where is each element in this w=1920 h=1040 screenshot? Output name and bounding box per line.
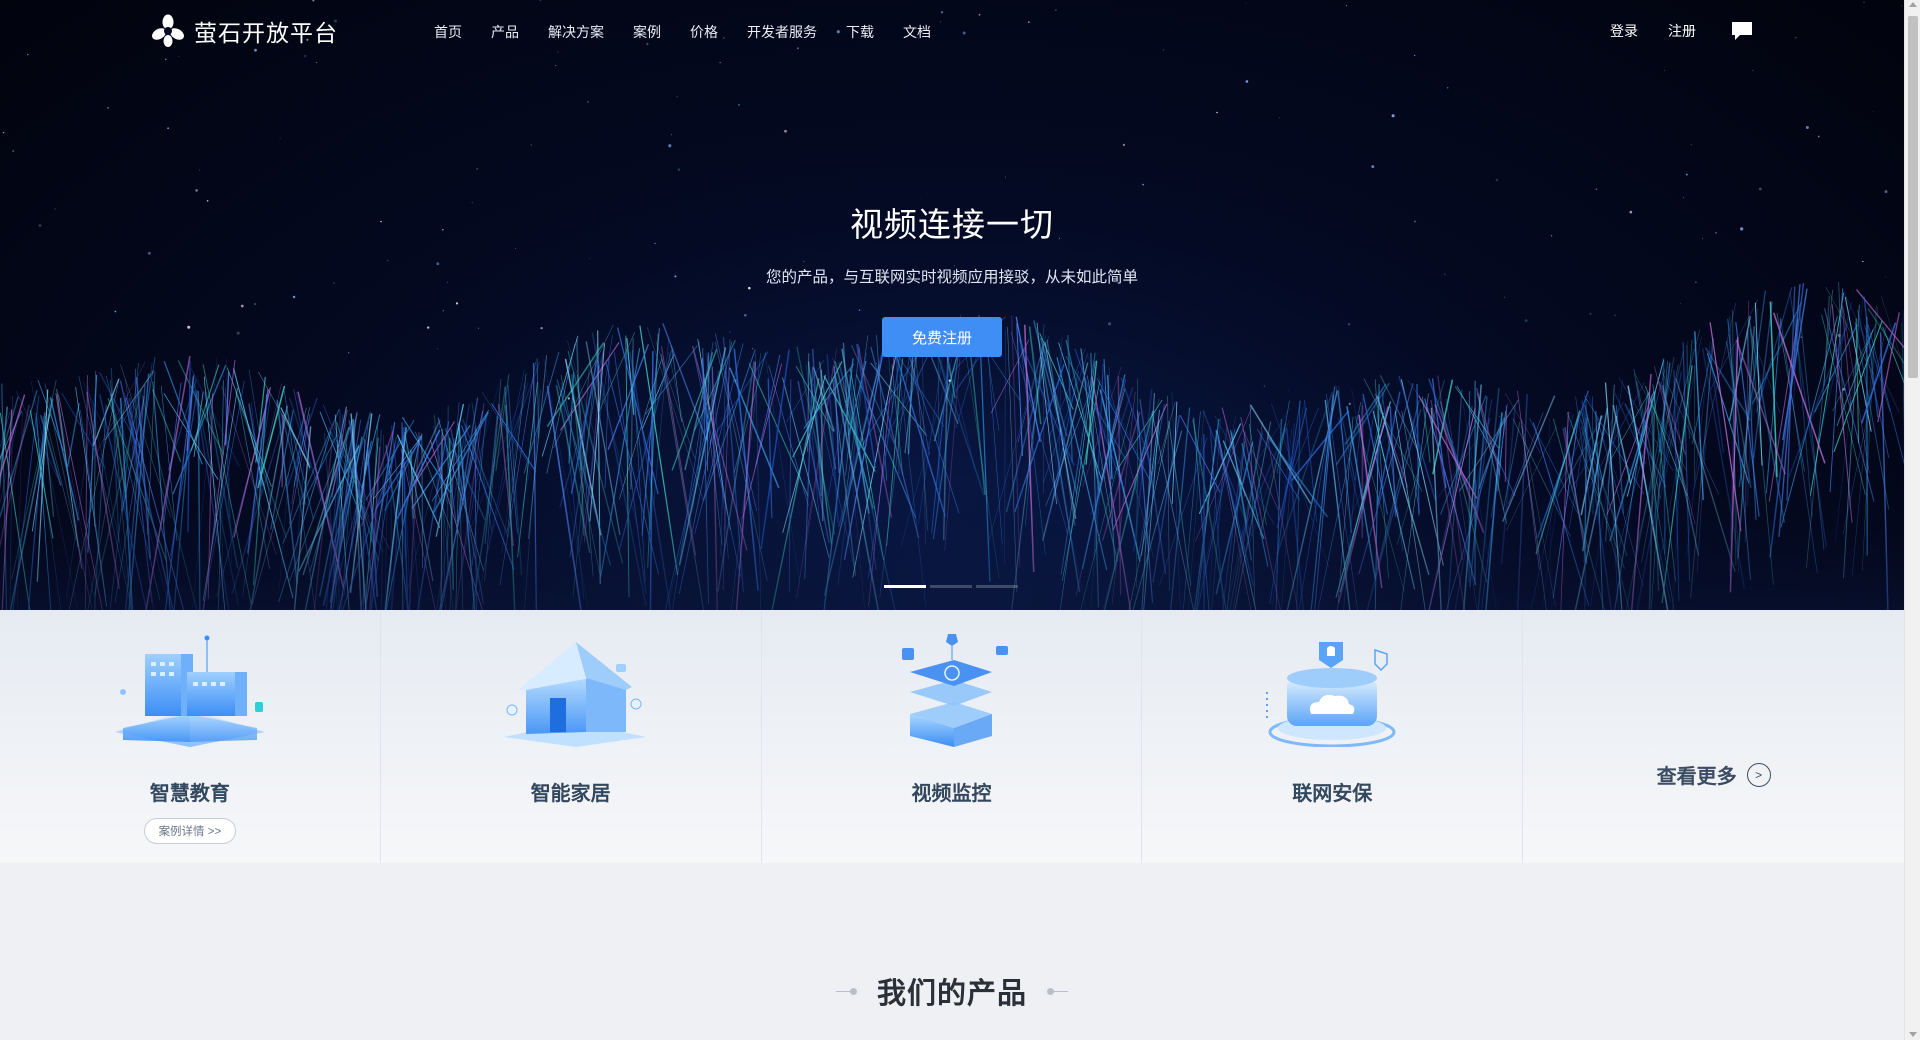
products-heading: 我们的产品 [0,970,1904,1012]
view-more-label: 查看更多 [1656,766,1737,788]
carousel-dot-1[interactable] [884,585,926,588]
account-links: 登录 注册 [1580,20,1754,42]
case-detail-button[interactable]: 案例详情 >> [143,818,236,844]
video-surveillance-icon [902,634,1009,747]
heading-ornament-left [835,987,857,995]
hero-wave-art [0,282,1904,610]
carousel-dot-2[interactable] [930,585,972,588]
chevron-right-circle-icon: > [1746,762,1771,787]
category-label: 联网安保 [1292,783,1373,805]
carousel-indicators [884,585,1018,588]
solution-categories: 智慧教育 案例详情 >> 智能家居 视频监控 联网安保 查看更多 > [0,610,1904,863]
heading-ornament-right [1047,987,1068,995]
brand-logo[interactable]: 萤石开放平台 [150,14,338,48]
register-link[interactable]: 注册 [1668,21,1696,41]
hero-subtitle: 您的产品，与互联网实时视频应用接驳，从未如此简单 [765,269,1138,286]
category-video-surveillance[interactable]: 视频监控 [762,610,1143,863]
hero-title: 视频连接一切 [850,206,1054,243]
menu-item-download[interactable]: 下载 [846,22,874,42]
scroll-down-arrow-icon[interactable] [1909,1032,1917,1037]
category-education[interactable]: 智慧教育 案例详情 >> [0,610,381,863]
category-label: 智慧教育 [149,783,230,805]
smart-home-icon [503,642,646,747]
products-section: 我们的产品 [0,863,1904,1040]
category-label: 智能家居 [530,783,611,805]
menu-item-products[interactable]: 产品 [491,22,519,42]
scroll-thumb[interactable] [1908,16,1918,378]
menu-item-home[interactable]: 首页 [434,22,462,42]
page-scrollbar[interactable] [1904,0,1920,1040]
category-label: 视频监控 [911,783,992,805]
products-title: 我们的产品 [876,978,1027,1010]
category-more[interactable]: 查看更多 > [1523,610,1904,863]
category-net-security[interactable]: 联网安保 [1142,610,1524,863]
main-menu: 首页 产品 解决方案 案例 价格 开发者服务 下载 文档 [434,22,960,42]
brand-name: 萤石开放平台 [194,20,338,46]
hero-banner: 萤石开放平台 首页 产品 解决方案 案例 价格 开发者服务 下载 文档 登录 注… [0,0,1904,610]
login-link[interactable]: 登录 [1610,21,1638,41]
chat-bubble-icon[interactable] [1730,20,1754,42]
education-building-icon [114,635,265,747]
menu-item-pricing[interactable]: 价格 [690,22,718,42]
scroll-up-arrow-icon[interactable] [1909,2,1917,7]
menu-item-cases[interactable]: 案例 [633,22,661,42]
flower-logo-icon [152,14,184,47]
view-more-link[interactable]: 查看更多 > [1523,760,1904,789]
cloud-security-icon [1266,642,1396,747]
top-nav: 萤石开放平台 首页 产品 解决方案 案例 价格 开发者服务 下载 文档 登录 注… [0,0,1904,64]
menu-item-developer[interactable]: 开发者服务 [747,22,817,42]
carousel-dot-3[interactable] [976,585,1018,588]
free-register-button[interactable]: 免费注册 [882,317,1002,357]
menu-item-solutions[interactable]: 解决方案 [548,22,604,42]
category-smart-home[interactable]: 智能家居 [381,610,762,863]
menu-item-docs[interactable]: 文档 [903,22,931,42]
